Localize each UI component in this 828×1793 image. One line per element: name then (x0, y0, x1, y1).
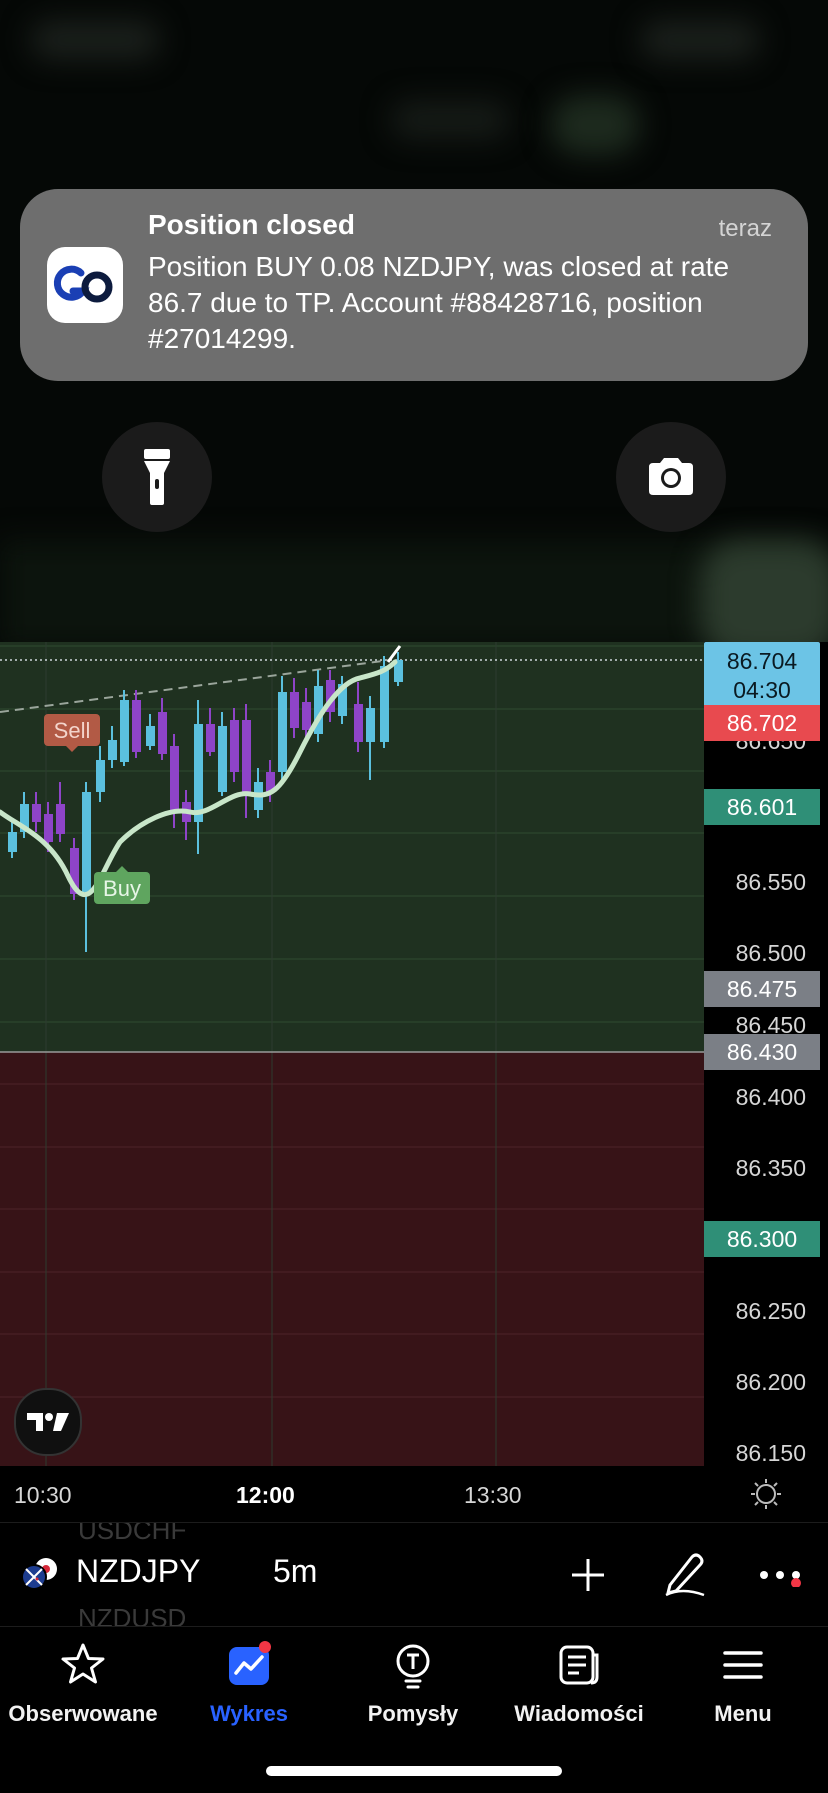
candle-body (230, 720, 239, 772)
currency-flags-icon (21, 1558, 57, 1590)
ghost-symbol: NZDUSD (78, 1603, 187, 1627)
nav-item-chart[interactable]: Wykres (166, 1627, 332, 1737)
nav-item-news[interactable]: Wiadomości (496, 1627, 662, 1737)
candle-body (302, 702, 311, 730)
news-icon (559, 1645, 599, 1685)
entry-line-tag[interactable]: 86.430 (704, 1034, 820, 1070)
candle-body (120, 700, 129, 762)
time-axis[interactable]: 10:30 12:00 13:30 (0, 1466, 828, 1522)
app-icon (47, 247, 123, 323)
flashlight-button[interactable] (102, 422, 212, 532)
nav-label: Obserwowane (8, 1701, 158, 1726)
candle-body (96, 760, 105, 792)
symbol-selector[interactable]: NZDJPY (76, 1553, 200, 1590)
current-price-tag: 86.704 04:30 (704, 642, 820, 708)
candle-body (354, 704, 363, 742)
price-label: 86.550 (735, 869, 806, 895)
go-logo-icon (53, 265, 113, 303)
drawing-tool-icon[interactable] (662, 1551, 708, 1597)
home-indicator[interactable] (266, 1766, 562, 1776)
svg-text:Sell: Sell (54, 718, 91, 743)
price-label: 86.150 (735, 1440, 806, 1466)
candle-body (158, 712, 167, 754)
candle-body (56, 804, 65, 834)
nav-label: Pomysły (367, 1701, 459, 1726)
symbol-toolbar: USDCHF NZDUSD NZDJPY 5m (0, 1522, 828, 1627)
candle-body (132, 700, 141, 752)
interval-selector[interactable]: 5m (273, 1553, 317, 1590)
candle-countdown: 04:30 (733, 677, 791, 703)
add-icon[interactable] (568, 1555, 608, 1595)
blurred-status (640, 20, 760, 60)
blurred-corner (700, 540, 828, 642)
candle-body (44, 814, 53, 842)
candle-body (290, 692, 299, 728)
nav-item-watchlist[interactable]: Obserwowane (0, 1627, 166, 1737)
bid-price-tag: 86.702 (704, 705, 820, 741)
candle-body (242, 720, 251, 796)
lightbulb-icon (396, 1644, 430, 1689)
nav-label: Wykres (210, 1701, 288, 1726)
nav-item-ideas[interactable]: Pomysły (330, 1627, 496, 1737)
candle-body (170, 746, 179, 812)
svg-text:Buy: Buy (103, 876, 141, 901)
notification-time: teraz (718, 215, 772, 242)
candle-body (146, 726, 155, 746)
star-icon (61, 1643, 105, 1684)
price-label: 86.250 (735, 1298, 806, 1324)
price-label: 86.500 (735, 940, 806, 966)
flashlight-icon (144, 449, 170, 505)
take-profit-tag[interactable]: 86.601 (704, 789, 820, 825)
price-label: 86.350 (735, 1155, 806, 1181)
tradingview-logo[interactable] (14, 1388, 82, 1456)
candle-body (82, 792, 91, 892)
candle-body (278, 692, 287, 772)
candle-body (218, 726, 227, 792)
candle-body (108, 740, 117, 760)
profit-zone (0, 642, 704, 1052)
candle-body (380, 666, 389, 742)
nav-label: Wiadomości (514, 1701, 644, 1726)
chart-settings-icon[interactable] (750, 1478, 782, 1510)
chart-icon (229, 1641, 271, 1685)
time-label: 13:30 (464, 1482, 522, 1508)
camera-icon (649, 458, 693, 495)
notification-body: Position BUY 0.08 NZDJPY, was closed at … (148, 251, 730, 354)
blurred-widget (390, 100, 510, 140)
stop-loss-tag[interactable]: 86.300 (704, 1221, 820, 1257)
price-label: 86.400 (735, 1084, 806, 1110)
time-label: 12:00 (236, 1482, 295, 1508)
blurred-dot (550, 95, 640, 155)
candle-body (206, 724, 215, 752)
entry-price-tag: 86.475 (704, 971, 820, 1007)
ghost-symbol: USDCHF (78, 1522, 187, 1545)
candle-body (366, 708, 375, 742)
nav-label: Menu (714, 1701, 772, 1726)
loss-zone (0, 1052, 704, 1466)
hamburger-icon (723, 1651, 763, 1679)
time-label: 10:30 (14, 1482, 72, 1508)
more-icon[interactable] (758, 1563, 806, 1587)
candle-body (194, 724, 203, 822)
candle-body (8, 832, 17, 852)
notification-title: Position closed (148, 209, 355, 240)
price-label: 86.200 (735, 1369, 806, 1395)
candle-body (32, 804, 41, 822)
camera-button[interactable] (616, 422, 726, 532)
notification-card[interactable]: Position closed teraz Position BUY 0.08 … (20, 189, 808, 381)
current-price-value: 86.704 (726, 648, 798, 674)
nav-item-menu[interactable]: Menu (660, 1627, 826, 1737)
blurred-time (30, 20, 160, 60)
tradingview-icon (27, 1413, 69, 1431)
